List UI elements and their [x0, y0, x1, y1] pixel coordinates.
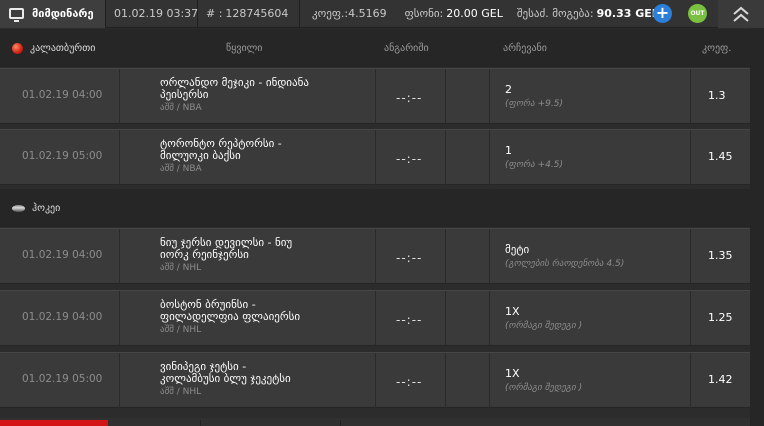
bet-choice: მეტი — [505, 243, 530, 256]
monitor-icon — [9, 8, 24, 22]
event-league: აშშ / NHL — [160, 263, 202, 273]
event-teams-line2: კოლამბუსი ბლუ ჯეკეტსი — [160, 372, 291, 385]
possible-payout: შესაძ. მოგება: 90.33 GEL — [509, 0, 665, 28]
bet-odds: 1.35 — [708, 249, 733, 262]
bet-row[interactable]: 01.02.19 04:00 ორლანდო მეჯიკი - ინდიანა … — [0, 68, 750, 125]
bet-ticket-view: მიმდინარე 01.02.19 03:37 # : 128745604 კ… — [0, 0, 764, 426]
bet-event: ბოსტონ ბრუინსი - ფილადელფია ფლაიერსი აშშ… — [160, 299, 375, 336]
bet-odds: 1.42 — [708, 373, 733, 386]
bet-date: 01.02.19 05:00 — [22, 150, 103, 162]
total-coef-value: 4.5169 — [348, 7, 387, 20]
stake-value: 20.00 GEL — [446, 7, 503, 20]
hockey-puck-icon — [12, 204, 25, 212]
sport-label: კალათბურთი — [30, 42, 96, 54]
event-teams-line2: ფილადელფია ფლაიერსი — [160, 310, 301, 323]
bet-choice: 2 — [505, 83, 512, 96]
bet-row[interactable]: 01.02.19 04:00 ნიუ ჯერსი დევილსი - ნიუ ი… — [0, 228, 750, 285]
event-teams-line2: იორკ რეინჯერსი — [160, 248, 249, 261]
sport-name-basketball: კალათბურთი — [12, 42, 96, 54]
event-league: აშშ / NBA — [160, 164, 202, 174]
sport-label: ჰოკეი — [32, 202, 61, 214]
stake-label: ფსონი: — [404, 7, 444, 20]
bet-odds: 1.3 — [708, 89, 726, 102]
bet-choice-detail: (ორმაგი შედეგი ) — [505, 383, 583, 393]
double-chevron-up-icon — [733, 6, 749, 22]
sport-name-hockey: ჰოკეი — [12, 203, 60, 214]
bet-date: 01.02.19 05:00 — [22, 373, 103, 385]
bet-event: ორლანდო მეჯიკი - ინდიანა პეისერსი აშშ / … — [160, 77, 375, 114]
bet-row[interactable]: 01.02.19 05:00 ვინიპეგი ჯეტსი - კოლამბუს… — [0, 352, 750, 409]
current-tab-label: მიმდინარე — [32, 7, 94, 20]
collapse-button[interactable] — [718, 0, 764, 28]
plus-circle-icon[interactable]: + — [653, 4, 672, 23]
bet-odds: 1.45 — [708, 150, 733, 163]
event-league: აშშ / NBA — [160, 103, 202, 113]
tab-divider — [200, 420, 201, 426]
column-header-result: ანგარიში — [384, 42, 429, 54]
bet-event: ვინიპეგი ჯეტსი - კოლამბუსი ბლუ ჯეკეტსი ა… — [160, 361, 375, 398]
event-teams-line2: მილუოკი ბაქსი — [160, 149, 241, 162]
bet-date: 01.02.19 04:00 — [22, 249, 103, 261]
bet-date: 01.02.19 04:00 — [22, 311, 103, 323]
bet-odds: 1.25 — [708, 311, 733, 324]
payout-label: შესაძ. მოგება: — [516, 7, 594, 20]
bet-choice-detail: (ფორა +9.5) — [505, 99, 563, 109]
ticket-top-bar: მიმდინარე 01.02.19 03:37 # : 128745604 კ… — [0, 0, 764, 28]
bottom-tab-strip — [0, 418, 750, 426]
cashout-label: OUT — [690, 10, 705, 17]
total-coef-label: კოეფ.: — [312, 7, 349, 20]
bet-date: 01.02.19 04:00 — [22, 89, 103, 101]
bet-event: ტორონტო რეპტორსი - მილუოკი ბაქსი აშშ / N… — [160, 138, 375, 175]
bet-event: ნიუ ჯერსი დევილსი - ნიუ იორკ რეინჯერსი ა… — [160, 237, 375, 274]
bet-choice-detail: (ორმაგი შედეგი ) — [505, 321, 583, 331]
bet-choice: 1X — [505, 305, 520, 318]
event-teams-line2: პეისერსი — [160, 88, 209, 101]
event-league: აშშ / NHL — [160, 325, 202, 335]
payout-value: 90.33 GEL — [596, 7, 659, 20]
bet-choice-detail: (გოლების რაოდენობა 4.5) — [505, 259, 625, 269]
bet-row[interactable]: 01.02.19 04:00 ბოსტონ ბრუინსი - ფილადელფ… — [0, 290, 750, 347]
bet-score: --:-- — [396, 152, 423, 166]
ticket-number: # : 128745604 — [198, 0, 300, 28]
cashout-button[interactable]: OUT — [688, 4, 707, 23]
event-league: აშშ / NHL — [160, 387, 202, 397]
tab-divider — [340, 420, 341, 426]
stake: ფსონი: 20.00 GEL — [393, 0, 509, 28]
scrollbar-track[interactable] — [750, 28, 764, 426]
ticket-number-value: 128745604 — [225, 7, 289, 20]
bet-score: --:-- — [396, 251, 423, 265]
bet-score: --:-- — [396, 313, 423, 327]
ticket-datetime-text: 01.02.19 03:37 — [114, 7, 199, 20]
bet-choice-detail: (ფორა +4.5) — [505, 160, 563, 170]
bet-choice: 1 — [505, 144, 512, 157]
sport-header-basketball: კალათბურთი წყვილი ანგარიში არჩევანი კოეფ… — [0, 29, 750, 67]
sport-header-hockey: ჰოკეი — [0, 189, 750, 227]
basketball-icon — [12, 42, 23, 54]
active-tab-indicator[interactable] — [0, 420, 108, 426]
column-header-event: წყვილი — [226, 42, 263, 54]
bet-row[interactable]: 01.02.19 05:00 ტორონტო რეპტორსი - მილუოკ… — [0, 129, 750, 186]
bet-score: --:-- — [396, 91, 423, 105]
current-tab[interactable]: მიმდინარე — [0, 0, 106, 28]
column-header-odds: კოეფ. — [702, 42, 732, 54]
column-header-choice: არჩევანი — [503, 42, 547, 54]
total-coef: კოეფ.: 4.5169 — [300, 0, 393, 28]
ticket-datetime: 01.02.19 03:37 — [106, 0, 198, 28]
bet-choice: 1X — [505, 367, 520, 380]
bet-score: --:-- — [396, 375, 423, 389]
ticket-number-label: # : — [206, 7, 223, 20]
